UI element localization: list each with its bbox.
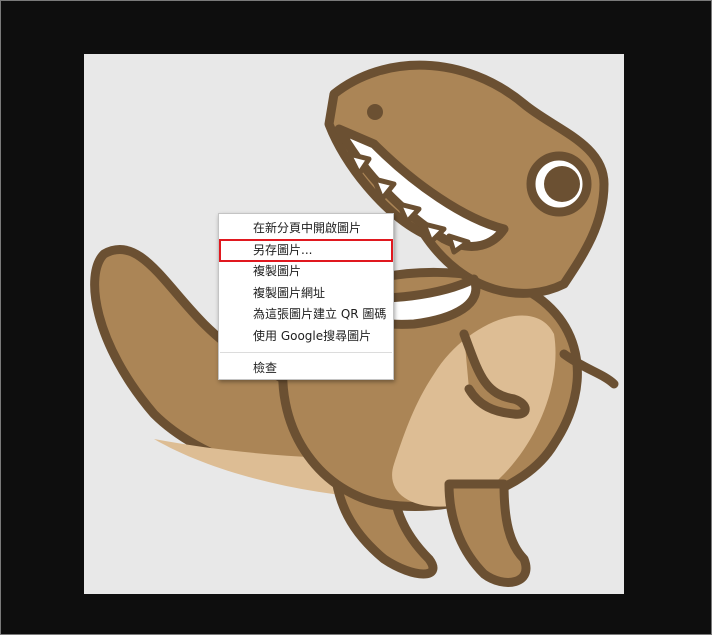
dinosaur-eye-pupil bbox=[544, 166, 580, 202]
menu-item-save-image-as[interactable]: 另存圖片... bbox=[219, 238, 393, 262]
dinosaur-front-leg bbox=[444, 479, 531, 587]
menu-item-open-image-new-tab[interactable]: 在新分頁中開啟圖片 bbox=[219, 218, 393, 240]
menu-item-create-qr-code[interactable]: 為這張圖片建立 QR 圖碼 bbox=[219, 304, 393, 326]
menu-separator bbox=[220, 352, 392, 353]
context-menu: 在新分頁中開啟圖片 另存圖片... 複製圖片 複製圖片網址 為這張圖片建立 QR… bbox=[218, 213, 394, 380]
dinosaur-nostril bbox=[367, 104, 383, 120]
viewer-background: 在新分頁中開啟圖片 另存圖片... 複製圖片 複製圖片網址 為這張圖片建立 QR… bbox=[0, 0, 712, 635]
menu-item-copy-image[interactable]: 複製圖片 bbox=[219, 261, 393, 283]
menu-item-search-google[interactable]: 使用 Google搜尋圖片 bbox=[219, 326, 393, 348]
menu-item-inspect[interactable]: 檢查 bbox=[219, 358, 393, 380]
menu-item-copy-image-address[interactable]: 複製圖片網址 bbox=[219, 283, 393, 305]
